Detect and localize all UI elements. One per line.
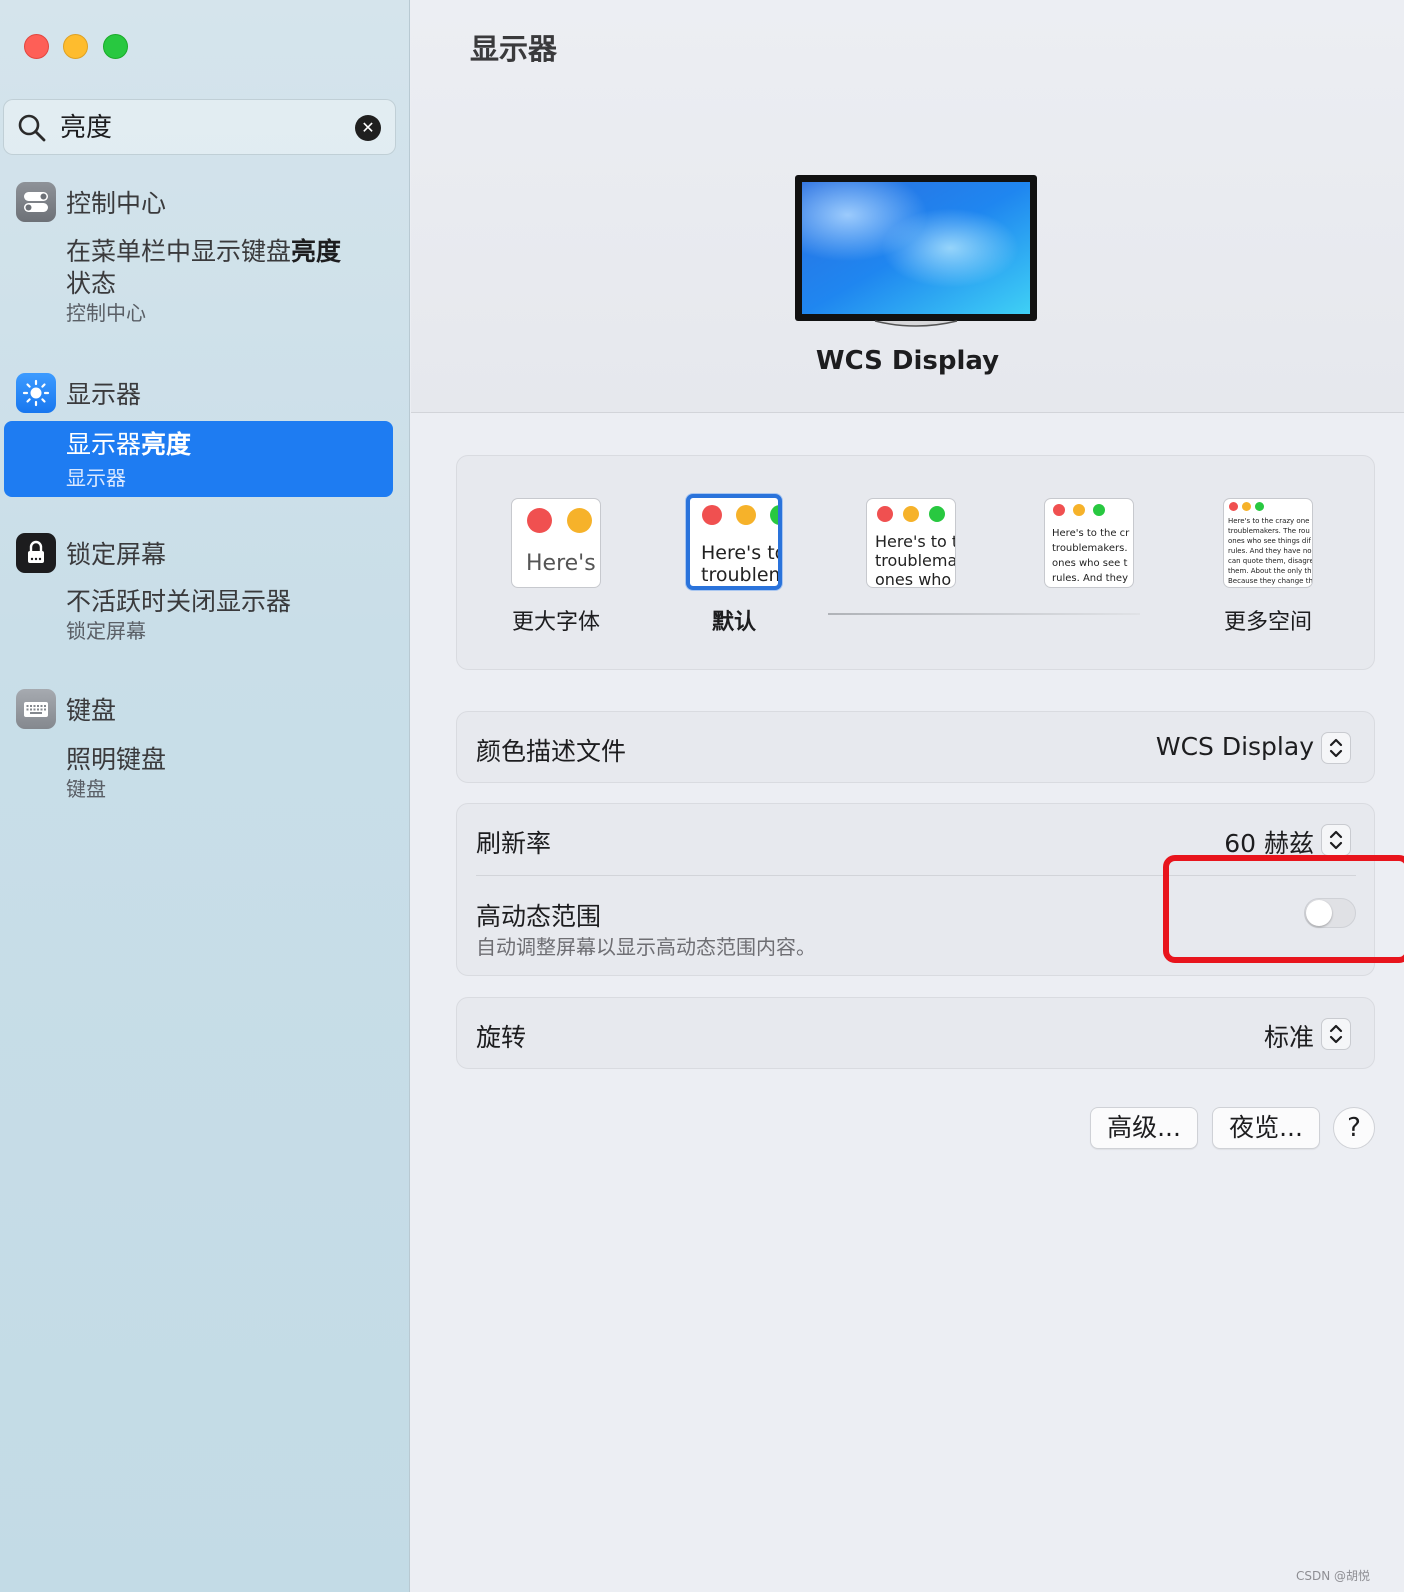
refresh-rate-stepper[interactable] <box>1321 824 1351 856</box>
sidebar-group-control-center[interactable]: 控制中心 <box>16 182 166 222</box>
resolution-option-larger-text[interactable]: Here's <box>511 498 601 588</box>
result-title-highlight: 亮度 <box>141 430 192 459</box>
hdr-label: 高动态范围 <box>476 902 602 931</box>
rotation-value[interactable]: 标准 <box>1264 1018 1314 1054</box>
advanced-button[interactable]: 高级... <box>1090 1107 1198 1149</box>
hdr-description: 自动调整屏幕以显示高动态范围内容。 <box>476 935 816 959</box>
display-brightness-icon <box>16 373 56 413</box>
result-title: 照明键盘 <box>66 745 167 774</box>
color-profile-row: 颜色描述文件 WCS Display <box>456 711 1375 783</box>
lock-icon <box>16 533 56 573</box>
search-icon <box>18 114 46 142</box>
resolution-separator <box>828 613 1140 615</box>
display-name: WCS Display <box>815 346 1000 376</box>
window-zoom-button[interactable] <box>103 34 128 59</box>
resolution-picker: Here's 更大字体 Here's to troublem 默认 Here's… <box>456 455 1375 670</box>
chevron-up-down-icon <box>1329 830 1343 850</box>
result-title: 在菜单栏中显示键盘 <box>66 237 292 266</box>
result-subtitle: 控制中心 <box>66 301 146 325</box>
color-profile-value[interactable]: WCS Display <box>1156 732 1314 761</box>
rotation-label: 旋转 <box>476 1023 527 1052</box>
annotation-highlight-box <box>1163 855 1404 963</box>
sidebar-group-keyboard[interactable]: 键盘 <box>16 689 116 729</box>
resolution-sample-text: Here's to the crazy one troublemakers. T… <box>1228 517 1313 585</box>
resolution-option-4[interactable]: Here's to the cr troublemakers. ones who… <box>1044 498 1134 588</box>
sidebar: ✕ 控制中心 在菜单栏中显示键盘亮度 状态 控制中心 <box>0 0 410 1592</box>
monitor-icon[interactable] <box>795 175 1037 327</box>
sidebar-group-title: 控制中心 <box>66 189 167 218</box>
resolution-sample-text: Here's to troublem <box>701 542 782 586</box>
result-title: 不活跃时关闭显示器 <box>66 587 292 616</box>
search-field[interactable]: ✕ <box>3 99 396 156</box>
resolution-option-default[interactable]: Here's to troublem <box>686 494 782 590</box>
window-minimize-button[interactable] <box>63 34 88 59</box>
resolution-sample-text: Here's to the cr troublemakers. ones who… <box>1052 528 1130 584</box>
resolution-option-3[interactable]: Here's to t troublema ones who <box>866 498 956 588</box>
result-title: 显示器 <box>66 430 142 459</box>
resolution-label: 更大字体 <box>511 610 600 635</box>
chevron-up-down-icon <box>1329 738 1343 758</box>
night-shift-button[interactable]: 夜览... <box>1212 1107 1320 1149</box>
sidebar-group-lock-screen[interactable]: 锁定屏幕 <box>16 533 166 573</box>
search-result-display-brightness[interactable]: 显示器亮度 显示器 <box>4 421 393 497</box>
control-center-icon <box>16 182 56 222</box>
main-pane: 显示器 WCS Display Here's 更大字体 Here's t tro… <box>411 0 1404 1592</box>
result-subtitle: 显示器 <box>66 466 126 490</box>
refresh-rate-label: 刷新率 <box>476 829 552 858</box>
resolution-label: 默认 <box>711 610 756 635</box>
sidebar-group-title: 键盘 <box>66 696 117 725</box>
result-title-highlight: 亮度 <box>291 237 342 266</box>
sidebar-group-title: 显示器 <box>66 380 142 409</box>
keyboard-icon <box>16 689 56 729</box>
result-subtitle: 锁定屏幕 <box>66 619 146 643</box>
resolution-sample-text: Here's <box>526 551 596 576</box>
search-result-keyboard-brightness[interactable]: 在菜单栏中显示键盘亮度 状态 控制中心 <box>66 236 366 326</box>
result-title-line2: 状态 <box>66 269 117 298</box>
search-result-turn-off-display[interactable]: 不活跃时关闭显示器 锁定屏幕 <box>66 586 366 644</box>
watermark: CSDN @胡悦 <box>1295 1569 1370 1583</box>
sidebar-group-title: 锁定屏幕 <box>66 540 167 569</box>
resolution-label: 更多空间 <box>1223 610 1312 635</box>
result-subtitle: 键盘 <box>66 777 106 801</box>
window-close-button[interactable] <box>24 34 49 59</box>
resolution-option-more-space[interactable]: Here's to the crazy one troublemakers. T… <box>1223 498 1313 588</box>
resolution-sample-text: Here's to t troublema ones who <box>875 532 956 588</box>
search-result-keyboard-backlight[interactable]: 照明键盘 键盘 <box>66 744 366 802</box>
color-profile-stepper[interactable] <box>1321 732 1351 764</box>
display-hero: 显示器 WCS Display <box>411 0 1404 413</box>
rotation-row: 旋转 标准 <box>456 997 1375 1069</box>
rotation-stepper[interactable] <box>1321 1018 1351 1050</box>
color-profile-label: 颜色描述文件 <box>476 737 627 766</box>
page-title: 显示器 <box>470 32 558 66</box>
sidebar-group-displays[interactable]: 显示器 <box>16 373 141 413</box>
chevron-up-down-icon <box>1329 1024 1343 1044</box>
clear-icon[interactable]: ✕ <box>355 115 381 141</box>
help-button[interactable]: ? <box>1333 1107 1375 1149</box>
search-input[interactable] <box>60 100 330 156</box>
